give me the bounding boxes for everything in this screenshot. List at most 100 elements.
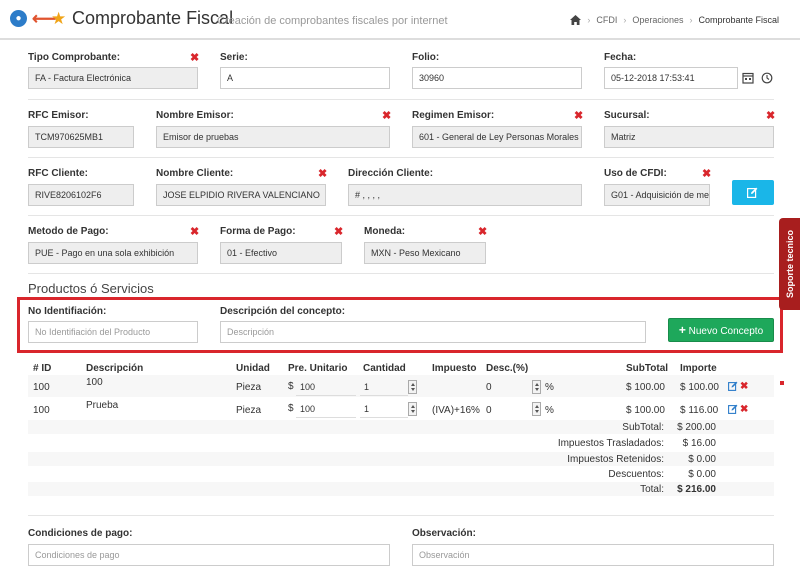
cantidad-spinner-icon[interactable] — [408, 380, 417, 394]
row-precio-input[interactable]: 100 — [296, 378, 356, 396]
nombre-cliente-field[interactable]: JOSE ELPIDIO RIVERA VALENCIANO — [156, 184, 326, 206]
edit-row-icon[interactable] — [728, 381, 738, 391]
uso-cfdi-field[interactable]: G01 - Adquisición de merca — [604, 184, 710, 206]
row-descripcion[interactable]: 100 — [86, 377, 103, 388]
page-subtitle: Creación de comprobantes fiscales por in… — [217, 15, 448, 27]
back-arrow-icon[interactable]: ⟵ — [32, 10, 56, 28]
row-descripcion[interactable]: Prueba — [86, 400, 118, 411]
condiciones-pago-input[interactable]: Condiciones de pago — [28, 544, 390, 566]
rfc-emisor-field[interactable]: TCM970625MB1 — [28, 126, 134, 148]
observacion-input[interactable]: Observación — [412, 544, 774, 566]
rfc-emisor-label: RFC Emisor: — [28, 110, 89, 121]
breadcrumb-cfdi[interactable]: CFDI — [596, 15, 617, 25]
nombre-emisor-field[interactable]: Emisor de pruebas — [156, 126, 390, 148]
nuevo-concepto-button[interactable]: + Nuevo Concepto — [668, 318, 774, 342]
nombre-emisor-label: Nombre Emisor: — [156, 110, 234, 121]
nombre-cliente-label: Nombre Cliente: — [156, 168, 234, 179]
row-impuesto: (IVA)+16% — [432, 405, 480, 416]
row-descuento[interactable]: 0 — [486, 405, 492, 416]
soporte-tecnico-label: Soporte tecnico — [784, 229, 795, 299]
row-id: 100 — [33, 382, 50, 393]
forma-pago-label: Forma de Pago: — [220, 226, 296, 237]
rfc-cliente-field[interactable]: RIVE8206102F6 — [28, 184, 134, 206]
serie-field[interactable]: A — [220, 67, 390, 89]
divider — [28, 515, 774, 516]
fecha-field[interactable]: 05-12-2018 17:53:41 — [604, 67, 738, 89]
no-ident-label: No Identifiación: — [28, 306, 107, 317]
row-descuento[interactable]: 0 — [486, 382, 492, 393]
col-descripcion-header: Descripción — [86, 363, 144, 374]
datetime-picker — [742, 72, 773, 84]
clear-nombre-cliente-icon[interactable]: ✖ — [318, 169, 327, 180]
descuentos-label: Descuentos: — [608, 469, 664, 480]
marker-dot — [780, 381, 784, 385]
row-currency: $ — [288, 381, 294, 392]
clear-sucursal-icon[interactable]: ✖ — [766, 111, 775, 122]
clear-regimen-emisor-icon[interactable]: ✖ — [574, 111, 583, 122]
row-unidad: Pieza — [236, 405, 262, 416]
divider — [28, 273, 774, 274]
col-subtotal-header: SubTotal — [626, 363, 669, 374]
clear-nombre-emisor-icon[interactable]: ✖ — [382, 111, 391, 122]
soporte-tecnico-tab[interactable]: Soporte tecnico — [779, 218, 800, 310]
row-cantidad-input[interactable]: 1 — [360, 400, 408, 418]
divider — [28, 99, 774, 100]
clock-icon[interactable] — [761, 72, 773, 84]
edit-client-button[interactable] — [732, 180, 774, 205]
edit-row-icon[interactable] — [728, 404, 738, 414]
folio-field[interactable]: 30960 — [412, 67, 582, 89]
condiciones-pago-label: Condiciones de pago: — [28, 528, 133, 539]
clear-uso-cfdi-icon[interactable]: ✖ — [702, 169, 711, 180]
col-unidad-header: Unidad — [236, 363, 270, 374]
row-subtotal: $ 100.00 — [626, 405, 665, 416]
row-cantidad-input[interactable]: 1 — [360, 378, 408, 396]
row-importe: $ 116.00 — [680, 405, 719, 416]
rfc-cliente-label: RFC Cliente: — [28, 168, 88, 179]
subtotal-label: SubTotal: — [622, 422, 664, 433]
row-percent: % — [545, 382, 554, 393]
regimen-emisor-label: Regimen Emisor: — [412, 110, 495, 121]
breadcrumb-operaciones[interactable]: Operaciones — [632, 15, 683, 25]
nuevo-concepto-label: Nuevo Concepto — [688, 326, 764, 337]
metodo-pago-field[interactable]: PUE - Pago en una sola exhibición — [28, 242, 198, 264]
desc-concepto-label: Descripción del concepto: — [220, 306, 346, 317]
row-currency: $ — [288, 403, 294, 414]
desc-concepto-input[interactable]: Descripción — [220, 321, 646, 343]
direccion-cliente-label: Dirección Cliente: — [348, 168, 434, 179]
row-percent: % — [545, 405, 554, 416]
moneda-field[interactable]: MXN - Peso Mexicano — [364, 242, 486, 264]
edit-icon — [747, 187, 758, 198]
delete-row-icon[interactable]: ✖ — [740, 381, 748, 392]
divider — [28, 157, 774, 158]
metodo-pago-label: Metodo de Pago: — [28, 226, 109, 237]
col-precio-header: Pre. Unitario — [288, 363, 348, 374]
sucursal-field[interactable]: Matriz — [604, 126, 774, 148]
row-subtotal: $ 100.00 — [626, 382, 665, 393]
forma-pago-field[interactable]: 01 - Efectivo — [220, 242, 342, 264]
home-icon[interactable] — [570, 15, 582, 25]
clear-forma-pago-icon[interactable]: ✖ — [334, 227, 343, 238]
no-ident-input[interactable]: No Identifiación del Producto — [28, 321, 198, 343]
clear-moneda-icon[interactable]: ✖ — [478, 227, 487, 238]
subtotal-value: $ 200.00 — [677, 422, 716, 433]
col-cantidad-header: Cantidad — [363, 363, 406, 374]
descuento-spinner-icon[interactable] — [532, 380, 541, 394]
descuento-spinner-icon[interactable] — [532, 402, 541, 416]
direccion-cliente-field[interactable]: # , , , , — [348, 184, 582, 206]
clear-metodo-pago-icon[interactable]: ✖ — [190, 227, 199, 238]
star-icon[interactable]: ★ — [51, 10, 69, 28]
serie-label: Serie: — [220, 52, 248, 63]
clear-tipo-comprobante-icon[interactable]: ✖ — [190, 53, 199, 64]
folio-label: Folio: — [412, 52, 440, 63]
regimen-emisor-field[interactable]: 601 - General de Ley Personas Morales — [412, 126, 582, 148]
calendar-icon[interactable] — [742, 72, 754, 84]
page-header: ● ⟵ ★ Comprobante Fiscal Creación de com… — [0, 0, 800, 40]
moneda-label: Moneda: — [364, 226, 406, 237]
tipo-comprobante-field[interactable]: FA - Factura Electrónica — [28, 67, 198, 89]
pin-icon[interactable]: ● — [10, 10, 27, 27]
col-impuesto-header: Impuesto — [432, 363, 477, 374]
cantidad-spinner-icon[interactable] — [408, 402, 417, 416]
delete-row-icon[interactable]: ✖ — [740, 404, 748, 415]
sucursal-label: Sucursal: — [604, 110, 650, 121]
row-precio-input[interactable]: 100 — [296, 400, 356, 418]
